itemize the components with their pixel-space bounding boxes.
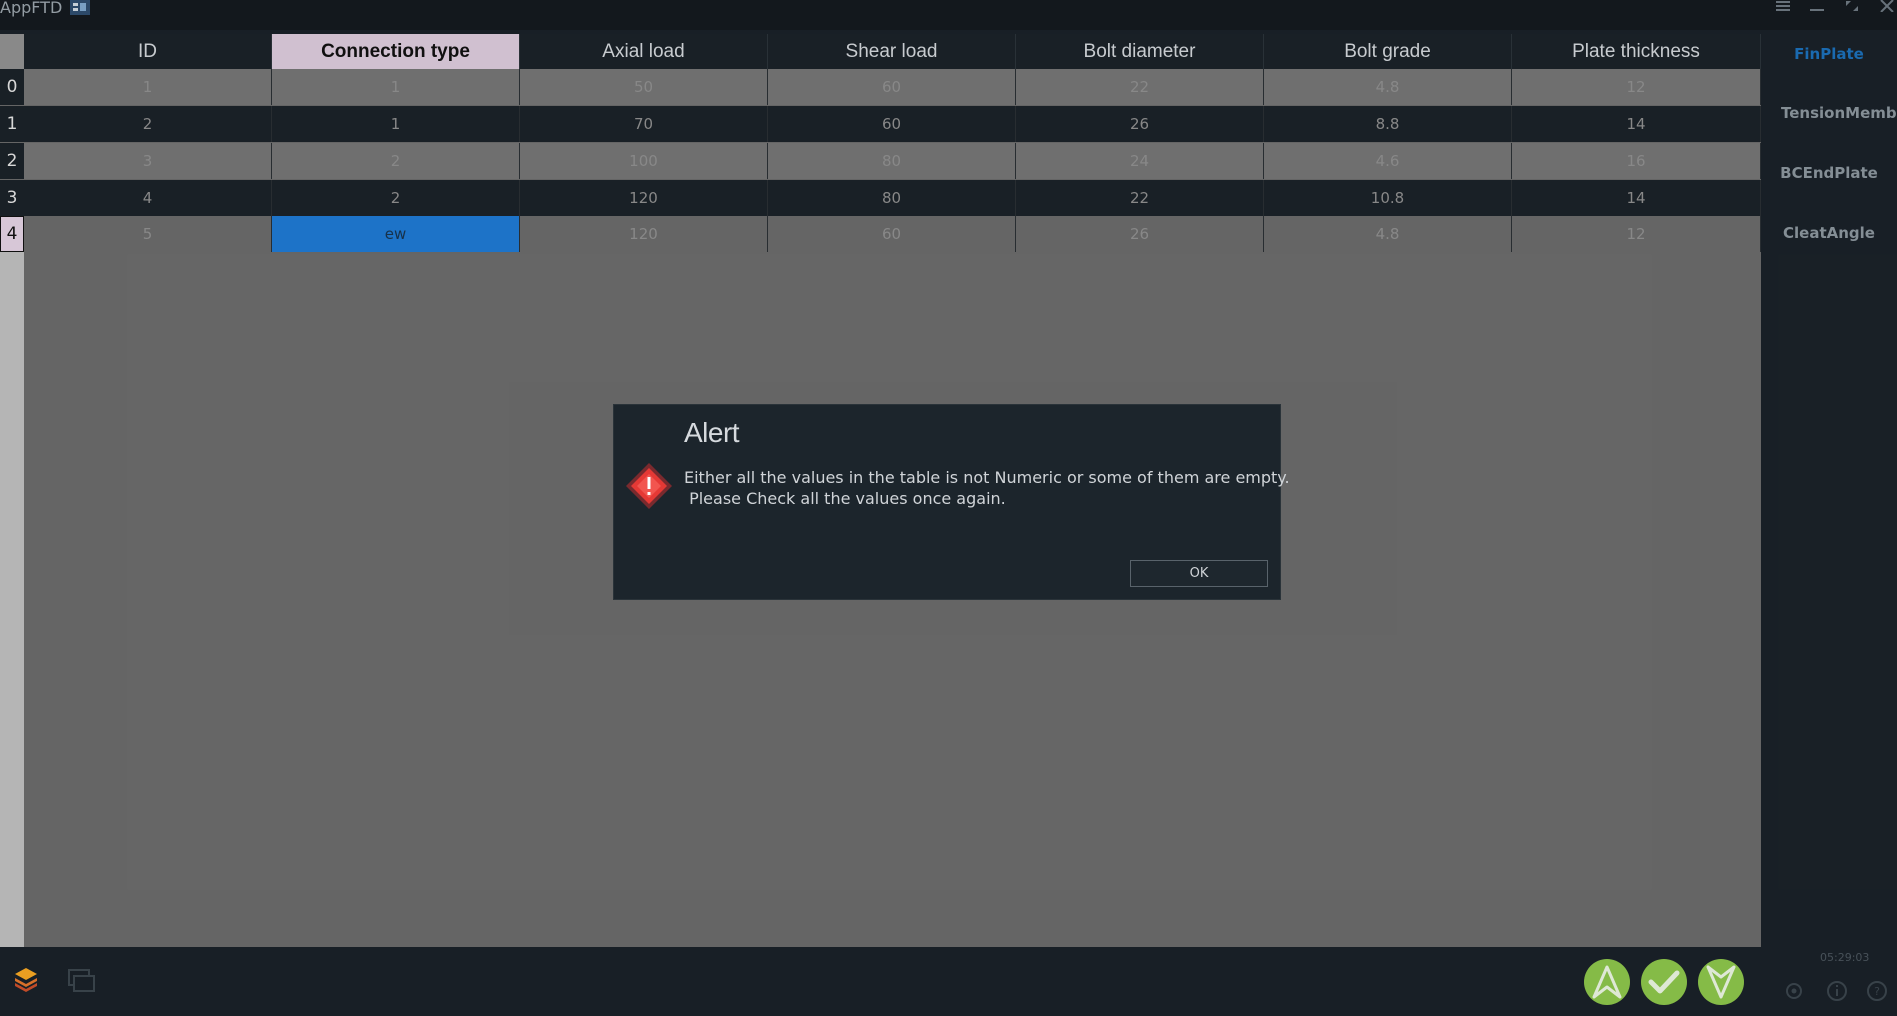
alert-dialog: Alert Either all the values in the table… bbox=[613, 404, 1290, 600]
dialog-message-line2: Please Check all the values once again. bbox=[684, 489, 1006, 508]
dialog-message-line1: Either all the values in the table is no… bbox=[684, 468, 1290, 487]
ok-button[interactable]: OK bbox=[1130, 560, 1268, 587]
dialog-title: Alert bbox=[684, 417, 740, 448]
dialog-message: Either all the values in the table is no… bbox=[684, 467, 1290, 509]
warning-diamond-icon bbox=[626, 463, 672, 509]
app-window: AppFTD ID Connection type Axial load She… bbox=[0, 0, 1897, 1016]
